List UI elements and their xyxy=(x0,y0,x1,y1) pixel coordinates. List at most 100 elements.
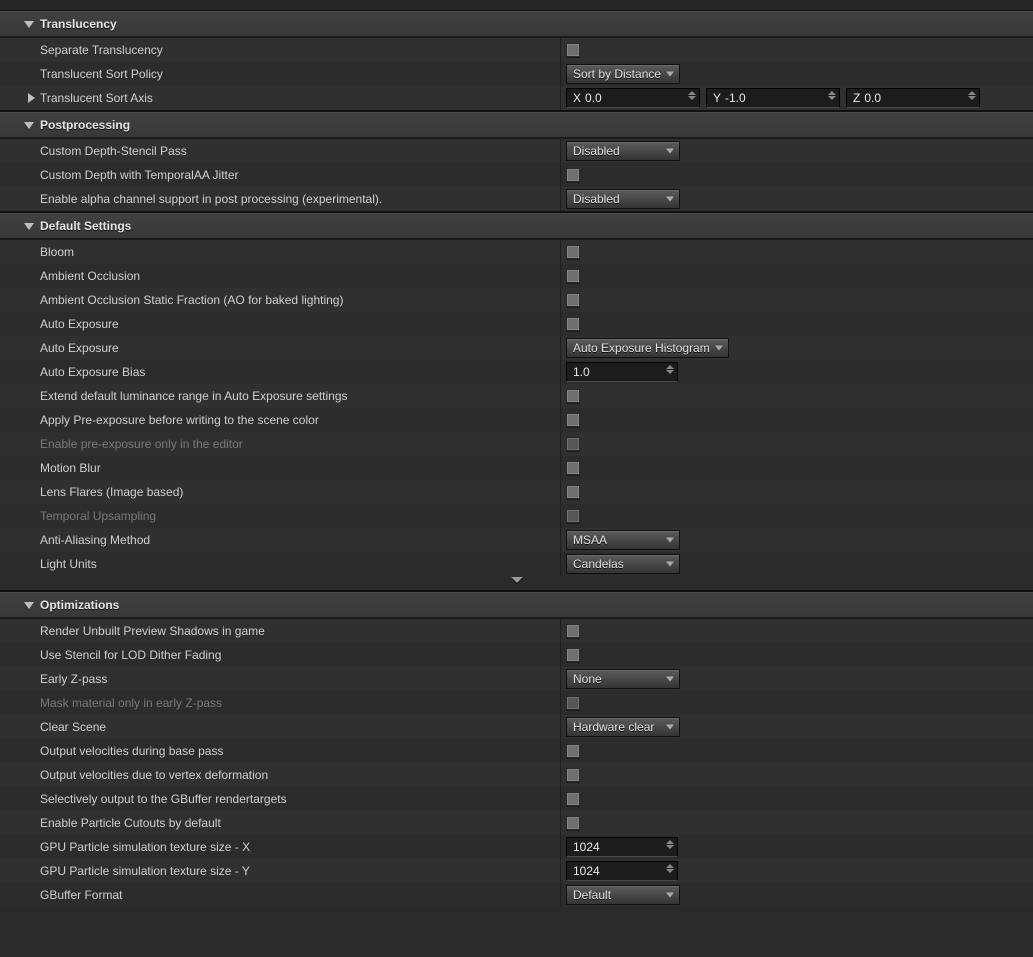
chevron-down-icon xyxy=(24,223,34,230)
property-label: Output velocities during base pass xyxy=(40,744,223,758)
checkbox-apply-preexposure[interactable] xyxy=(566,413,580,427)
input-sort-axis-z[interactable]: Z 0.0 xyxy=(846,88,980,108)
property-label: Translucent Sort Axis xyxy=(40,91,153,105)
checkbox-extend-luminance[interactable] xyxy=(566,389,580,403)
property-label: Anti-Aliasing Method xyxy=(40,533,150,547)
input-value: 1.0 xyxy=(573,365,590,379)
row-custom-depth-temporal-jitter: Custom Depth with TemporalAA Jitter xyxy=(0,163,1033,187)
property-label: GPU Particle simulation texture size - Y xyxy=(40,864,250,878)
row-gbuffer-select: Selectively output to the GBuffer render… xyxy=(0,787,1033,811)
checkbox-gbuffer-select[interactable] xyxy=(566,792,580,806)
caret-down-icon xyxy=(666,893,674,898)
section-title: Optimizations xyxy=(40,598,119,612)
property-label: Extend default luminance range in Auto E… xyxy=(40,389,348,403)
row-translucent-sort-axis: Translucent Sort Axis X0.0 Y-1.0 Z 0.0 xyxy=(0,86,1033,110)
checkbox-unbuilt-shadows[interactable] xyxy=(566,624,580,638)
dropdown-clear-scene[interactable]: Hardware clear xyxy=(566,717,680,737)
input-value: 0.0 xyxy=(864,91,881,105)
dropdown-value: Candelas xyxy=(573,557,624,571)
dropdown-value: Auto Exposure Histogram xyxy=(573,341,710,355)
section-title: Postprocessing xyxy=(40,118,130,132)
property-label: Bloom xyxy=(40,245,74,259)
checkbox-ao-static-fraction[interactable] xyxy=(566,293,580,307)
checkbox-motion-blur[interactable] xyxy=(566,461,580,475)
spinner-icon[interactable] xyxy=(968,91,976,100)
checkbox-bloom[interactable] xyxy=(566,245,580,259)
row-ambient-occlusion: Ambient Occlusion xyxy=(0,264,1033,288)
property-label: Ambient Occlusion xyxy=(40,269,140,283)
input-auto-exposure-bias[interactable]: 1.0 xyxy=(566,362,678,382)
dropdown-gbuffer-format[interactable]: Default xyxy=(566,885,680,905)
checkbox-temporal-upsampling xyxy=(566,509,580,523)
row-gbuffer-format: GBuffer FormatDefault xyxy=(0,883,1033,907)
property-label: Enable Particle Cutouts by default xyxy=(40,816,221,830)
row-auto-exposure-checkbox: Auto Exposure xyxy=(0,312,1033,336)
dropdown-value: Default xyxy=(573,888,611,902)
spinner-icon[interactable] xyxy=(666,840,674,849)
checkbox-velocities-vertex[interactable] xyxy=(566,768,580,782)
checkbox-depth-temporal-jitter[interactable] xyxy=(566,168,580,182)
spinner-icon[interactable] xyxy=(666,864,674,873)
checkbox-preexposure-editor xyxy=(566,437,580,451)
spinner-icon[interactable] xyxy=(688,91,696,100)
dropdown-early-z[interactable]: None xyxy=(566,669,680,689)
expand-advanced-button[interactable] xyxy=(0,576,1033,590)
section-header-default-settings[interactable]: Default Settings xyxy=(0,213,1033,239)
input-sort-axis-x[interactable]: X0.0 xyxy=(566,88,700,108)
dropdown-depth-stencil[interactable]: Disabled xyxy=(566,141,680,161)
property-label: Use Stencil for LOD Dither Fading xyxy=(40,648,221,662)
dropdown-light-units[interactable]: Candelas xyxy=(566,554,680,574)
dropdown-alpha-channel[interactable]: Disabled xyxy=(566,189,680,209)
property-label: Temporal Upsampling xyxy=(40,509,156,523)
spinner-icon[interactable] xyxy=(828,91,836,100)
property-label: Ambient Occlusion Static Fraction (AO fo… xyxy=(40,293,343,307)
dropdown-auto-exposure[interactable]: Auto Exposure Histogram xyxy=(566,338,729,358)
row-temporal-upsampling: Temporal Upsampling xyxy=(0,504,1033,528)
checkbox-ambient-occlusion[interactable] xyxy=(566,269,580,283)
property-label: Enable pre-exposure only in the editor xyxy=(40,437,243,451)
spinner-icon[interactable] xyxy=(666,365,674,374)
input-gpu-particle-y[interactable]: 1024 xyxy=(566,861,678,881)
axis-label: Z xyxy=(853,91,860,105)
checkbox-separate-translucency[interactable] xyxy=(566,43,580,57)
input-value: 1024 xyxy=(573,840,600,854)
input-gpu-particle-x[interactable]: 1024 xyxy=(566,837,678,857)
input-sort-axis-y[interactable]: Y-1.0 xyxy=(706,88,840,108)
caret-down-icon xyxy=(666,725,674,730)
checkbox-stencil-lod[interactable] xyxy=(566,648,580,662)
caret-down-icon xyxy=(666,72,674,77)
row-translucent-sort-policy: Translucent Sort Policy Sort by Distance xyxy=(0,62,1033,86)
checkbox-lens-flares[interactable] xyxy=(566,485,580,499)
caret-down-icon xyxy=(666,149,674,154)
column-divider xyxy=(560,139,561,163)
dropdown-sort-policy[interactable]: Sort by Distance xyxy=(566,64,680,84)
caret-down-icon xyxy=(715,346,723,351)
checkbox-auto-exposure[interactable] xyxy=(566,317,580,331)
column-divider xyxy=(560,187,561,211)
caret-down-icon xyxy=(666,677,674,682)
section-header-translucency[interactable]: Translucency xyxy=(0,11,1033,37)
row-bloom: Bloom xyxy=(0,240,1033,264)
chevron-right-icon[interactable] xyxy=(28,93,35,103)
row-gpu-particle-y: GPU Particle simulation texture size - Y… xyxy=(0,859,1033,883)
property-label: Separate Translucency xyxy=(40,43,163,57)
checkbox-mask-early-z xyxy=(566,696,580,710)
row-stencil-lod: Use Stencil for LOD Dither Fading xyxy=(0,643,1033,667)
row-unbuilt-shadows: Render Unbuilt Preview Shadows in game xyxy=(0,619,1033,643)
property-label: Auto Exposure xyxy=(40,341,119,355)
dropdown-value: None xyxy=(573,672,602,686)
property-label: Lens Flares (Image based) xyxy=(40,485,183,499)
row-separate-translucency: Separate Translucency xyxy=(0,38,1033,62)
section-header-postprocessing[interactable]: Postprocessing xyxy=(0,112,1033,138)
axis-label: X xyxy=(573,91,581,105)
checkbox-particle-cutouts[interactable] xyxy=(566,816,580,830)
property-label: Custom Depth-Stencil Pass xyxy=(40,144,187,158)
section-header-optimizations[interactable]: Optimizations xyxy=(0,592,1033,618)
row-lens-flares: Lens Flares (Image based) xyxy=(0,480,1033,504)
column-divider xyxy=(560,62,561,86)
panel-top-strip xyxy=(0,0,1033,11)
dropdown-value: Hardware clear xyxy=(573,720,654,734)
dropdown-anti-aliasing[interactable]: MSAA xyxy=(566,530,680,550)
checkbox-velocities-basepass[interactable] xyxy=(566,744,580,758)
input-value: -1.0 xyxy=(725,91,746,105)
